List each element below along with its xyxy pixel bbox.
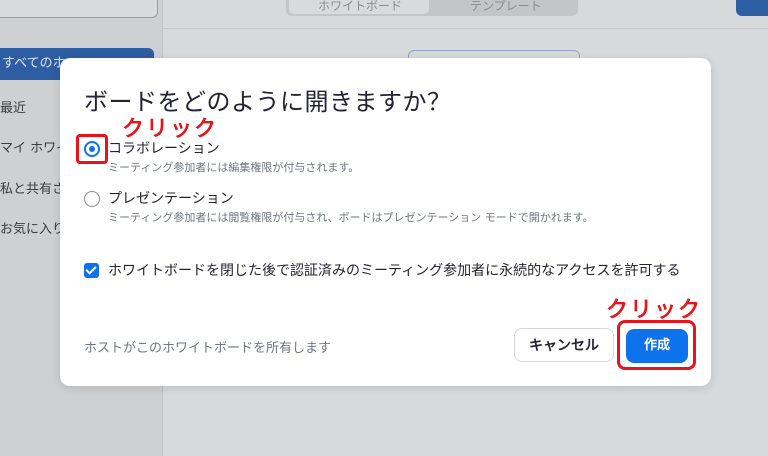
- sidebar-item-shared: 私と共有さ: [0, 182, 66, 197]
- sidebar-item-my: マイ ホワイ: [0, 141, 70, 156]
- option-presentation-label: プレゼンテーション: [108, 191, 234, 207]
- highlight-radio-box: [76, 134, 108, 164]
- option-collaboration-description: ミーティング参加者には編集権限が付与されます。: [108, 161, 360, 174]
- host-ownership-text: ホストがこのホワイトボードを所有します: [84, 341, 332, 356]
- header-divider: [162, 28, 768, 29]
- highlight-create-box: [617, 320, 696, 370]
- segment-whiteboard-label: ホワイトボード: [318, 0, 403, 13]
- sidebar-item-recent: 最近: [0, 101, 27, 116]
- click-annotation-radio: クリック: [122, 117, 219, 142]
- top-right-button: [736, 0, 768, 16]
- sidebar-item-favorites: お気に入り: [0, 222, 66, 237]
- option-presentation-description: ミーティング参加者には閲覧権限が付与され、ボードはプレゼンテーション モードで開…: [108, 211, 594, 224]
- persistent-access-label: ホワイトボードを閉じた後で認証済みのミーティング参加者に永続的なアクセスを許可す…: [108, 263, 681, 279]
- open-board-dialog: ボードをどのように開きますか？ コラボレーション ミーティング参加者には編集権限…: [60, 58, 711, 386]
- cancel-button[interactable]: キャンセル: [514, 328, 614, 362]
- segment-template-label: テンプレート: [470, 0, 542, 13]
- search-box: [0, 0, 158, 18]
- radio-unchecked-icon[interactable]: [84, 191, 100, 207]
- persistent-access-checkbox[interactable]: [84, 263, 99, 278]
